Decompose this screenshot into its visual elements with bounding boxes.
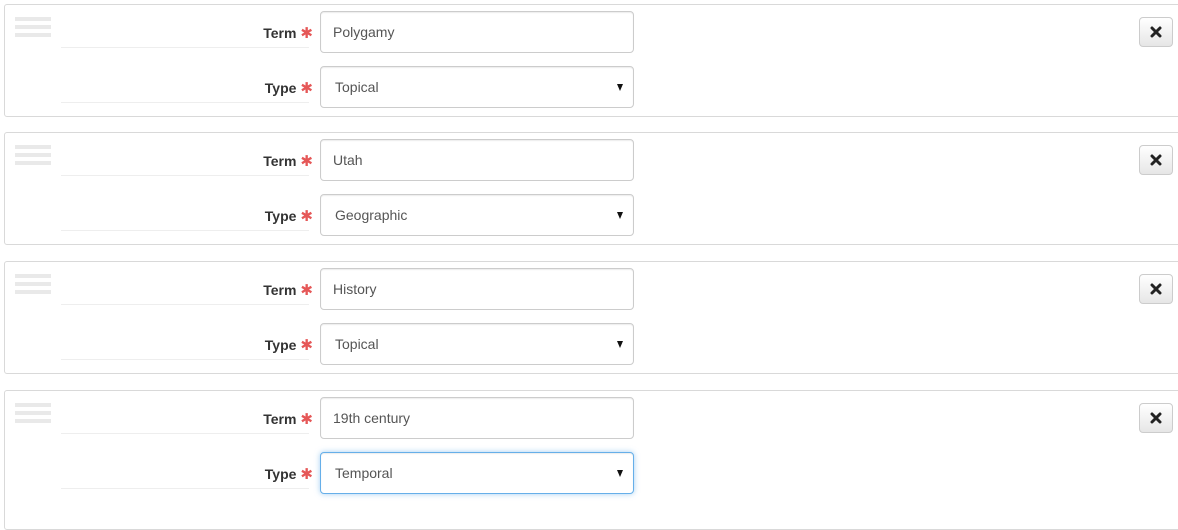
drag-handle-icon[interactable] (15, 274, 51, 296)
type-select[interactable]: Topical (320, 323, 634, 365)
type-select[interactable]: Geographic (320, 194, 634, 236)
dropdown-caret-icon (617, 84, 623, 91)
dropdown-caret-icon (617, 470, 623, 477)
required-asterisk-icon: ✱ (300, 153, 313, 170)
required-asterisk-icon: ✱ (300, 337, 313, 354)
type-select[interactable]: Temporal (320, 452, 634, 494)
drag-handle-icon[interactable] (15, 403, 51, 425)
type-label: Type ✱ (264, 208, 313, 225)
type-select-value: Topical (335, 79, 379, 95)
dropdown-caret-icon (617, 341, 623, 348)
term-label: Term ✱ (263, 153, 313, 170)
type-select-value: Temporal (335, 465, 393, 481)
term-input[interactable]: 19th century (320, 397, 634, 439)
close-icon (1150, 154, 1162, 166)
term-input-value: Utah (333, 152, 363, 168)
type-label: Type ✱ (264, 466, 313, 483)
close-icon (1150, 26, 1162, 38)
label-divider (61, 304, 309, 305)
subject-row: Term ✱ 19th century Type ✱ Temporal (4, 390, 1178, 530)
term-input[interactable]: History (320, 268, 634, 310)
term-label: Term ✱ (263, 25, 313, 42)
label-divider (61, 433, 309, 434)
label-divider (61, 359, 309, 360)
subject-row: Term ✱ History Type ✱ Topical (4, 261, 1178, 374)
dropdown-caret-icon (617, 212, 623, 219)
drag-handle-icon[interactable] (15, 145, 51, 167)
subject-row: Term ✱ Utah Type ✱ Geographic (4, 132, 1178, 245)
label-divider (61, 102, 309, 103)
label-divider (61, 488, 309, 489)
remove-subject-button[interactable] (1139, 17, 1173, 47)
term-input-value: History (333, 281, 377, 297)
remove-subject-button[interactable] (1139, 274, 1173, 304)
label-divider (61, 175, 309, 176)
type-select-value: Geographic (335, 207, 408, 223)
type-select-value: Topical (335, 336, 379, 352)
type-label: Type ✱ (264, 80, 313, 97)
term-label: Term ✱ (263, 411, 313, 428)
type-label: Type ✱ (264, 337, 313, 354)
close-icon (1150, 283, 1162, 295)
required-asterisk-icon: ✱ (300, 466, 313, 483)
label-divider (61, 230, 309, 231)
term-input-value: 19th century (333, 410, 411, 426)
remove-subject-button[interactable] (1139, 145, 1173, 175)
remove-subject-button[interactable] (1139, 403, 1173, 433)
subject-row: Term ✱ Polygamy Type ✱ Topical (4, 4, 1178, 117)
term-input-value: Polygamy (333, 24, 395, 40)
term-label: Term ✱ (263, 282, 313, 299)
required-asterisk-icon: ✱ (300, 282, 313, 299)
required-asterisk-icon: ✱ (300, 208, 313, 225)
required-asterisk-icon: ✱ (300, 80, 313, 97)
required-asterisk-icon: ✱ (300, 411, 313, 428)
term-input[interactable]: Polygamy (320, 11, 634, 53)
label-divider (61, 47, 309, 48)
type-select[interactable]: Topical (320, 66, 634, 108)
term-input[interactable]: Utah (320, 139, 634, 181)
close-icon (1150, 412, 1162, 424)
drag-handle-icon[interactable] (15, 17, 51, 39)
required-asterisk-icon: ✱ (300, 25, 313, 42)
